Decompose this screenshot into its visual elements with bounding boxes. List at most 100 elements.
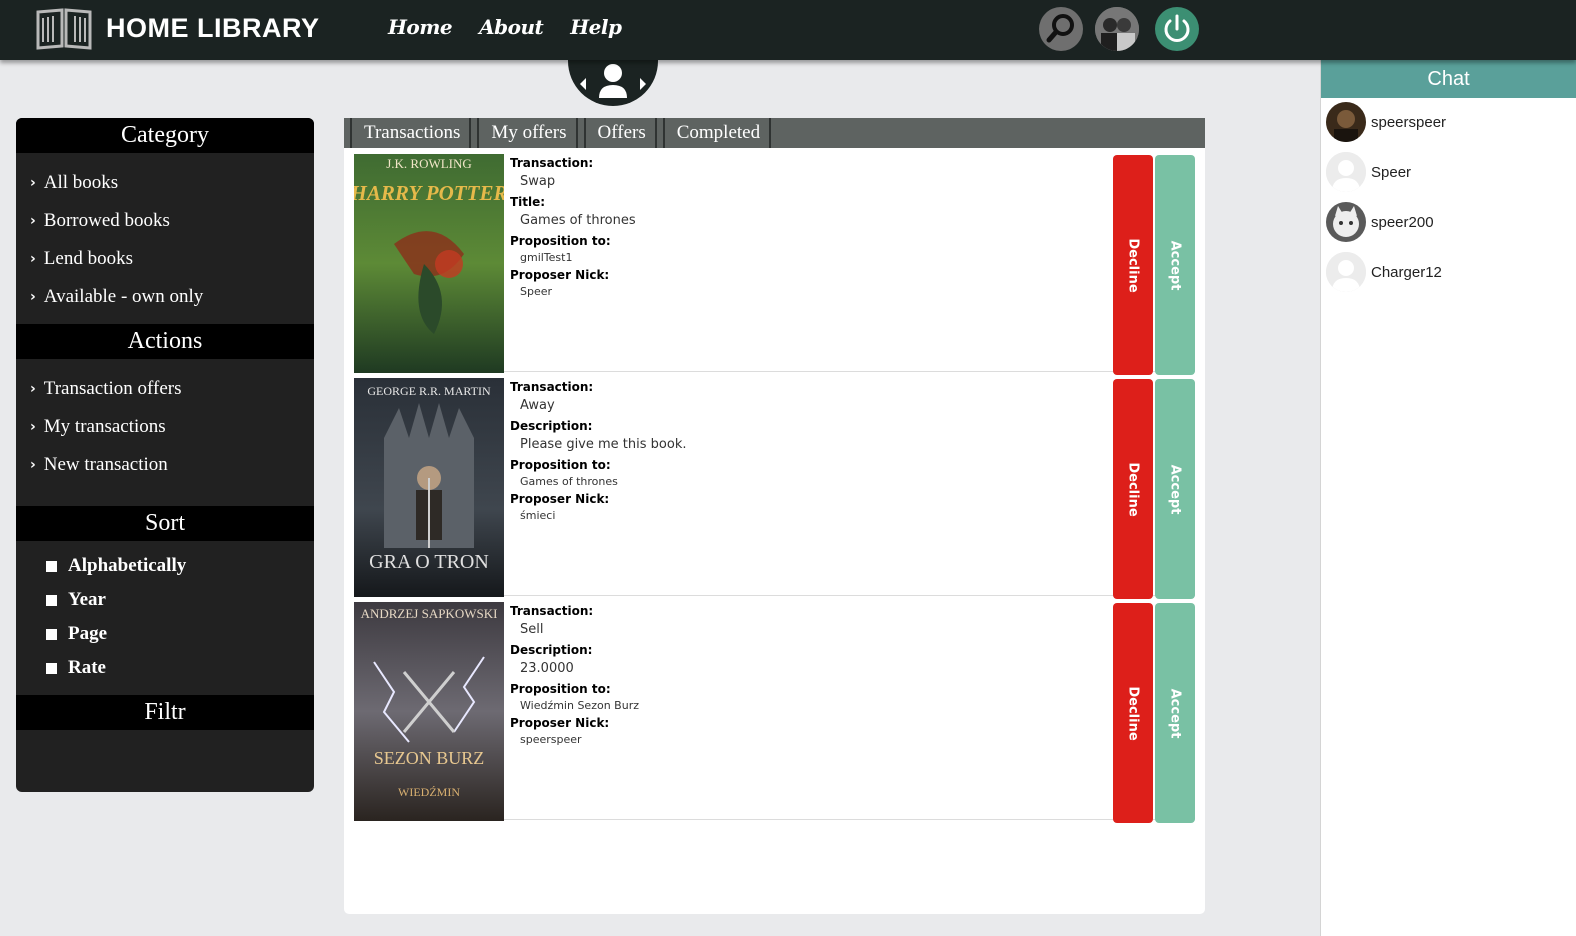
field-value: 23.0000: [520, 661, 574, 676]
decline-button[interactable]: Decline: [1113, 603, 1153, 823]
user-avatar[interactable]: [1095, 7, 1139, 51]
nav-help[interactable]: Help: [570, 15, 622, 39]
actions-list: › Transaction offers › My transactions › Ne…: [16, 359, 314, 506]
chat-title: Chat: [1321, 60, 1576, 98]
cover-subtitle: WIEDŹMIN: [398, 785, 460, 799]
field-value: Swap: [520, 174, 556, 189]
sidebar-item-lend-books[interactable]: › Lend books: [16, 240, 314, 278]
field-label: Proposition to:: [510, 234, 611, 248]
tab-my-offers[interactable]: My offers: [477, 118, 578, 148]
sort-heading: Sort: [16, 506, 314, 541]
power-icon: [1164, 14, 1190, 42]
decline-label: Decline: [1125, 461, 1141, 517]
chevron-right-icon: ›: [30, 457, 36, 473]
tab-completed[interactable]: Completed: [662, 118, 772, 148]
field-value: Away: [520, 398, 555, 413]
field-value: Games of thrones: [520, 475, 618, 488]
avatar: [1326, 102, 1366, 142]
chevron-right-icon: ›: [30, 213, 36, 229]
accept-button[interactable]: Accept: [1155, 603, 1195, 823]
top-bar: HOME LIBRARY Home About Help: [0, 0, 1576, 60]
search-icon: [1046, 14, 1074, 43]
chat-user-name: speerspeer: [1371, 113, 1447, 131]
sidebar-item-borrowed-books[interactable]: › Borrowed books: [16, 202, 314, 240]
sidebar-item-label: Borrowed books: [43, 210, 170, 231]
transaction-details: Transaction: Swap Title: Games of throne…: [510, 154, 636, 302]
tab-transactions[interactable]: Transactions: [350, 118, 472, 148]
field-label: Description:: [510, 643, 593, 657]
category-list: › All books › Borrowed books › Lend books ›…: [16, 153, 314, 324]
cover-author: GEORGE R.R. MARTIN: [367, 384, 491, 398]
sort-alphabetically[interactable]: Alphabetically: [16, 549, 314, 583]
nav-home[interactable]: Home: [388, 15, 453, 39]
sidebar-item-label: Lend books: [43, 248, 133, 269]
sidebar-item-label: Transaction offers: [43, 378, 182, 399]
field-label: Title:: [510, 195, 546, 209]
sidebar-item-my-transactions[interactable]: › My transactions: [16, 408, 314, 446]
field-label: Proposition to:: [510, 458, 611, 472]
sort-year[interactable]: Year: [16, 583, 314, 617]
checkbox[interactable]: [46, 560, 57, 572]
accept-label: Accept: [1167, 464, 1183, 514]
field-label: Transaction:: [510, 156, 594, 170]
field-label: Proposer Nick:: [510, 268, 610, 282]
sort-label: Page: [68, 623, 108, 644]
cover-author: J.K. ROWLING: [386, 156, 472, 171]
decline-button[interactable]: Decline: [1113, 379, 1153, 599]
sidebar: Category › All books › Borrowed books › Len…: [16, 118, 314, 792]
avatar: [1326, 152, 1366, 192]
main-nav: Home About Help: [388, 15, 648, 39]
chevron-right-icon: ›: [30, 175, 36, 191]
book-cover: GEORGE R.R. MARTIN GRA O TRON: [354, 378, 504, 597]
field-value: Speer: [520, 285, 553, 298]
decline-label: Decline: [1125, 685, 1141, 741]
sidebar-item-available-own[interactable]: › Available - own only: [16, 278, 314, 316]
sidebar-item-all-books[interactable]: › All books: [16, 164, 314, 202]
field-value: Please give me this book.: [520, 437, 687, 452]
decline-button[interactable]: Decline: [1113, 155, 1153, 375]
field-value: śmieci: [520, 509, 556, 522]
cover-title: SEZON BURZ: [374, 748, 485, 768]
checkbox[interactable]: [46, 594, 57, 606]
app-title: HOME LIBRARY: [106, 13, 320, 43]
chevron-right-icon: ›: [30, 419, 36, 435]
sidebar-item-transaction-offers[interactable]: › Transaction offers: [16, 370, 314, 408]
transaction-item: ANDRZEJ SAPKOWSKI SEZON BURZ WIEDŹMIN Tr…: [354, 598, 1195, 823]
chat-user[interactable]: speerspeer: [1326, 102, 1446, 142]
avatar: [1326, 202, 1366, 242]
accept-button[interactable]: Accept: [1155, 379, 1195, 599]
chat-user[interactable]: Charger12: [1326, 252, 1442, 292]
field-value: Sell: [520, 622, 544, 637]
field-label: Proposer Nick:: [510, 492, 610, 506]
filter-heading: Filtr: [16, 695, 314, 730]
accept-label: Accept: [1167, 240, 1183, 290]
sidebar-item-new-transaction[interactable]: › New transaction: [16, 446, 314, 484]
nav-about[interactable]: About: [479, 15, 544, 39]
power-button[interactable]: [1155, 7, 1199, 51]
cover-title: HARRY POTTER: [354, 181, 504, 205]
accept-label: Accept: [1167, 688, 1183, 738]
field-label: Transaction:: [510, 380, 594, 394]
book-logo-icon[interactable]: [34, 6, 94, 50]
sort-rate[interactable]: Rate: [16, 651, 314, 685]
accept-button[interactable]: Accept: [1155, 155, 1195, 375]
checkbox[interactable]: [46, 662, 57, 674]
search-button[interactable]: [1039, 7, 1083, 51]
actions-heading: Actions: [16, 324, 314, 359]
field-label: Description:: [510, 419, 593, 433]
sort-page[interactable]: Page: [16, 617, 314, 651]
decline-label: Decline: [1125, 237, 1141, 293]
cover-title: GRA O TRON: [369, 551, 489, 573]
tab-offers[interactable]: Offers: [583, 118, 657, 148]
checkbox[interactable]: [46, 628, 57, 640]
chevron-right-icon: ›: [30, 381, 36, 397]
avatar: [1326, 252, 1366, 292]
chat-user[interactable]: Speer: [1326, 152, 1411, 192]
sidebar-item-label: My transactions: [43, 416, 166, 437]
chat-user-name: Charger12: [1371, 263, 1442, 281]
chat-user[interactable]: speer200: [1326, 202, 1434, 242]
chat-user-name: Speer: [1371, 163, 1412, 181]
field-label: Transaction:: [510, 604, 594, 618]
transaction-item: GEORGE R.R. MARTIN GRA O TRON Transactio…: [354, 374, 1195, 599]
field-value: Games of thrones: [520, 213, 636, 228]
